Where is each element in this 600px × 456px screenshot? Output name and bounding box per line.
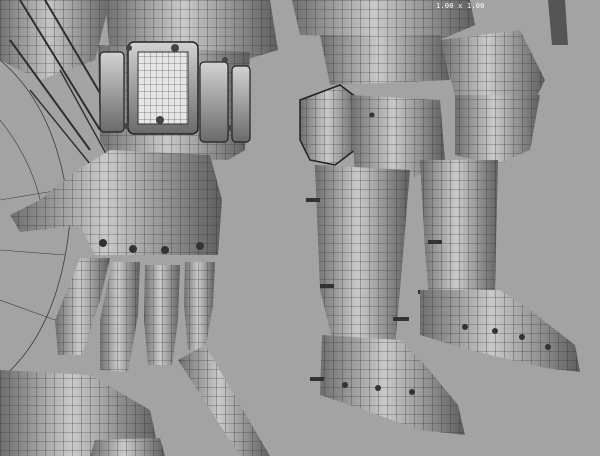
left-sabaton-mesh[interactable]	[310, 335, 465, 435]
hand-mesh[interactable]	[10, 150, 222, 255]
sword-blade-mesh[interactable]	[178, 345, 270, 456]
3d-viewport[interactable]: 1.00 x 1.00	[0, 0, 600, 456]
wireframe-scene[interactable]	[0, 0, 600, 456]
right-sabaton-mesh[interactable]	[420, 290, 580, 372]
gauntlet-mesh[interactable]	[98, 41, 251, 160]
bottom-fragment-mesh[interactable]	[90, 438, 165, 456]
resolution-gate-label: 1.00 x 1.00	[436, 2, 485, 10]
